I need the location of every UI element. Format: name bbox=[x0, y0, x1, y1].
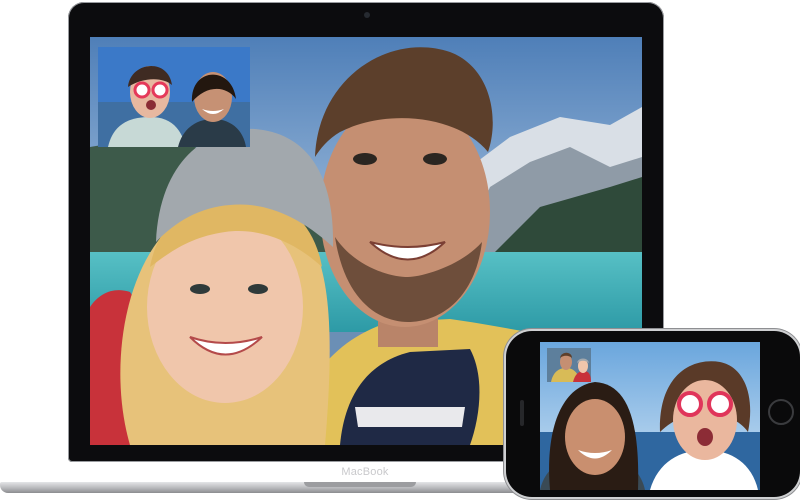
self-view-video bbox=[98, 47, 250, 147]
facetime-self-view[interactable] bbox=[98, 47, 250, 147]
facetime-self-view[interactable] bbox=[547, 348, 591, 382]
home-button[interactable] bbox=[768, 399, 794, 425]
iphone-screen bbox=[540, 342, 760, 490]
camera-icon bbox=[364, 12, 370, 18]
device-brand-label: MacBook bbox=[341, 466, 389, 478]
facetime-devices-scene: MacBook bbox=[0, 0, 800, 500]
macbook-lid-notch bbox=[304, 482, 416, 487]
self-view-video bbox=[547, 348, 591, 382]
speaker-icon bbox=[520, 400, 524, 426]
